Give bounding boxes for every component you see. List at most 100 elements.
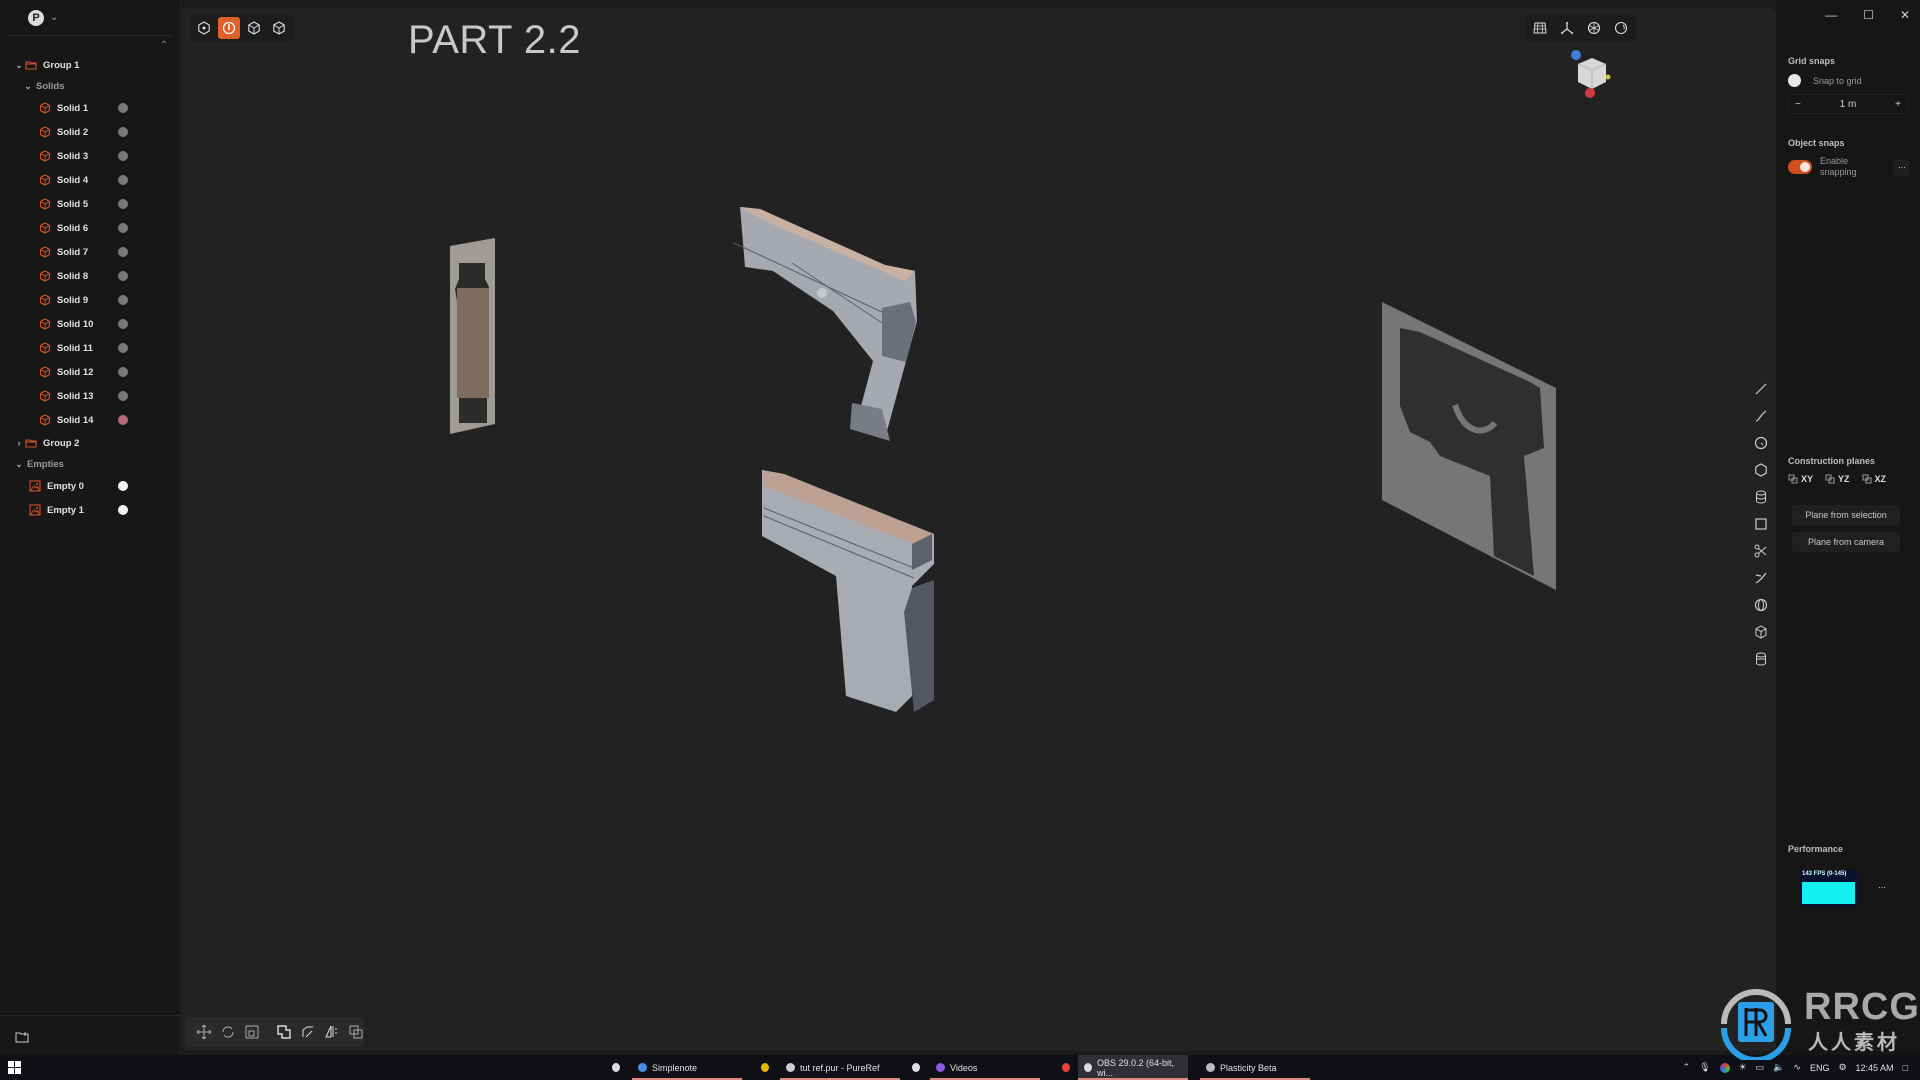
taskbar-item[interactable]: OBS 29.0.2 (64-bit, wi... [1078,1055,1188,1080]
reference-image-pistol[interactable] [1380,300,1558,592]
decrement-button[interactable]: − [1795,99,1801,110]
object-snaps-more-button[interactable]: ... [1894,160,1910,176]
visibility-toggle[interactable] [118,103,128,113]
solid-select-icon[interactable] [268,17,290,39]
outliner-group-2[interactable]: › Group 2 [0,432,181,454]
fillet-icon[interactable] [300,1024,316,1040]
trim-icon[interactable] [1750,567,1772,589]
grid-size-stepper[interactable]: − 1 m + [1788,94,1908,114]
outliner-item-solid[interactable]: Solid 3 [0,144,181,168]
outliner-item-solid[interactable]: Solid 8 [0,264,181,288]
visibility-toggle[interactable] [118,343,128,353]
grid-icon[interactable] [1529,17,1551,39]
app-tray-icon[interactable] [1719,1062,1730,1073]
construction-plane-xy[interactable]: XY [1788,474,1813,484]
taskbar-item[interactable]: Videos [930,1055,1040,1080]
line-icon[interactable] [1750,378,1772,400]
mirror-icon[interactable] [324,1024,340,1040]
visibility-toggle[interactable] [118,151,128,161]
collapse-all-icon[interactable]: ⌃ [160,40,168,51]
wifi-icon[interactable]: ∿ [1793,1062,1801,1073]
chevron-down-icon[interactable]: ⌄ [50,12,58,23]
edge-select-icon[interactable] [218,17,240,39]
outliner-item-solid[interactable]: Solid 10 [0,312,181,336]
enable-snapping-row[interactable]: Enable snapping [1788,156,1857,178]
plane-from-camera-button[interactable]: Plane from camera [1792,532,1900,552]
taskbar-item[interactable] [1056,1055,1076,1080]
visibility-toggle[interactable] [118,175,128,185]
construction-plane-yz[interactable]: YZ [1825,474,1850,484]
outliner-section-empties[interactable]: ⌄ Empties [0,454,181,474]
visibility-toggle[interactable] [118,199,128,209]
outliner-item-solid[interactable]: Solid 5 [0,192,181,216]
chevron-down-icon[interactable]: ⌄ [23,81,33,92]
taskbar-item[interactable]: tut ref.pur - PureRef [780,1055,900,1080]
reference-image-magazine[interactable] [447,238,497,438]
grid-size-value[interactable]: 1 m [1840,99,1857,110]
outliner-item-solid[interactable]: Solid 6 [0,216,181,240]
show-hidden-icons-icon[interactable]: ⌃ [1683,1062,1691,1073]
visibility-toggle[interactable] [118,481,128,491]
visibility-toggle[interactable] [118,295,128,305]
face-select-icon[interactable] [243,17,265,39]
sphere-icon[interactable] [1750,594,1772,616]
rotate-icon[interactable] [220,1024,236,1040]
curve-icon[interactable] [1750,405,1772,427]
snap-to-grid-radio[interactable] [1788,74,1801,87]
clock[interactable]: 12:45 AM [1856,1063,1894,1073]
outliner-section-solids[interactable]: ⌄ Solids [0,76,181,96]
visibility-toggle[interactable] [118,223,128,233]
notifications-icon[interactable]: □ [1903,1063,1908,1073]
taskbar-item[interactable] [906,1055,926,1080]
visibility-toggle[interactable] [118,391,128,401]
volume-icon[interactable]: 🔈 [1773,1062,1784,1073]
3d-viewport[interactable]: PART 2.2 [182,8,1776,1051]
outliner-item-solid[interactable]: Solid 7 [0,240,181,264]
outliner-item-solid[interactable]: Solid 12 [0,360,181,384]
maximize-icon[interactable]: ☐ [1863,8,1874,22]
taskbar-item[interactable]: Plasticity Beta [1200,1055,1310,1080]
boolean-union-icon[interactable] [276,1024,292,1040]
close-icon[interactable]: ✕ [1900,8,1910,22]
polygon-icon[interactable] [1750,459,1772,481]
scissors-icon[interactable] [1750,540,1772,562]
outliner-item-solid[interactable]: Solid 9 [0,288,181,312]
visibility-toggle[interactable] [118,505,128,515]
microphone-icon[interactable]: 🎙 [1699,1062,1710,1073]
axes-icon[interactable] [1556,17,1578,39]
taskbar-item[interactable]: Simplenote [632,1055,742,1080]
enable-snapping-toggle[interactable] [1788,160,1812,174]
outliner-item-solid[interactable]: Solid 1 [0,96,181,120]
visibility-toggle[interactable] [118,271,128,281]
model-pistol-lower[interactable] [752,468,972,728]
battery-icon[interactable]: ▭ [1756,1062,1765,1073]
outliner-item-solid[interactable]: Solid 2 [0,120,181,144]
performance-more-button[interactable]: ... [1874,880,1890,896]
brightness-icon[interactable]: ☀ [1739,1062,1747,1073]
chevron-right-icon[interactable]: › [14,438,24,448]
cylinder-stack-icon[interactable] [1750,486,1772,508]
circle-icon[interactable] [1750,432,1772,454]
move-icon[interactable] [196,1024,212,1040]
cylinder-icon[interactable] [1750,648,1772,670]
plane-from-selection-button[interactable]: Plane from selection [1792,505,1900,525]
scale-icon[interactable] [244,1024,260,1040]
box-icon[interactable] [1750,621,1772,643]
visibility-toggle[interactable] [118,127,128,137]
visibility-toggle[interactable] [118,247,128,257]
chevron-down-icon[interactable]: ⌄ [14,459,24,470]
increment-button[interactable]: + [1895,99,1901,110]
view-cube[interactable] [1568,48,1616,98]
render-mode-icon[interactable] [1583,17,1605,39]
outliner-item-solid[interactable]: Solid 13 [0,384,181,408]
outliner-group-1[interactable]: ⌄ Group 1 [0,54,181,76]
outliner-item-empty[interactable]: Empty 1 [0,498,181,522]
new-folder-icon[interactable] [15,1030,29,1048]
chevron-down-icon[interactable]: ⌄ [14,60,24,71]
minimize-icon[interactable]: — [1825,8,1837,22]
windows-start-icon[interactable] [8,1061,21,1076]
visibility-toggle[interactable] [118,415,128,425]
visibility-toggle[interactable] [118,319,128,329]
taskbar-item[interactable] [755,1055,775,1080]
outliner-item-solid[interactable]: Solid 14 [0,408,181,432]
